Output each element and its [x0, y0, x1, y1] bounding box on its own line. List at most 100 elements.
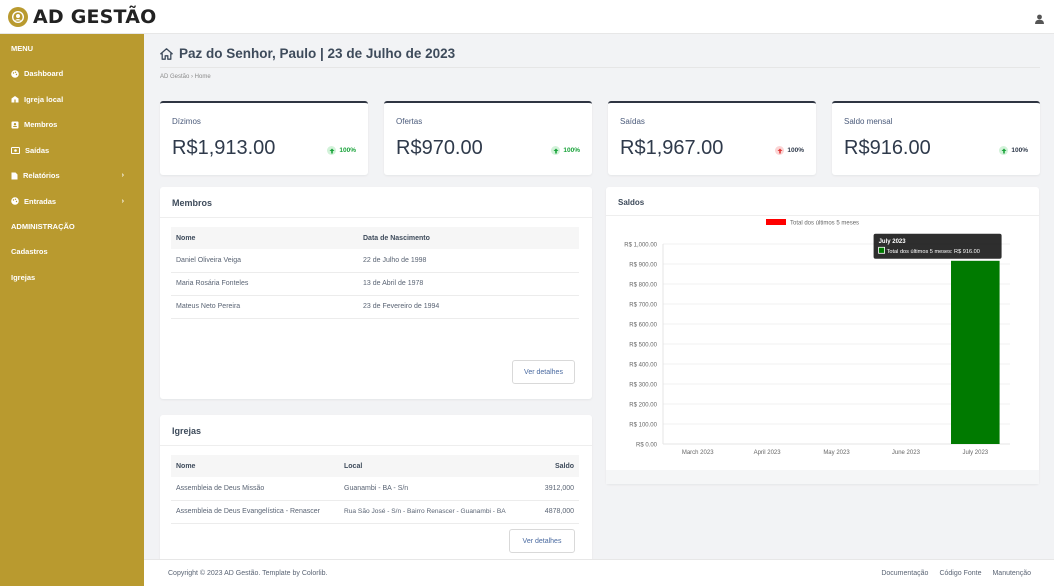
page-title: Paz do Senhor, Paulo | 23 de Julho de 20…: [179, 46, 456, 61]
stat-label: Saldo mensal: [844, 117, 893, 126]
chevron-right-icon: ›: [121, 172, 124, 180]
stat-trend-value: 100%: [563, 147, 580, 154]
sidebar-item-saidas[interactable]: Saídas: [0, 138, 144, 164]
stat-label: Ofertas: [396, 117, 423, 126]
table-cell: 23 de Fevereiro de 1994: [358, 295, 579, 319]
x-tick-label: April 2023: [754, 450, 782, 456]
members-details-button[interactable]: Ver detalhes: [512, 360, 575, 384]
column-header: Saldo: [534, 455, 579, 477]
sidebar-item-label: Saídas: [25, 145, 50, 155]
balances-panel: Saldos R$ 0.00 R$ 100.00 R$ 200.00 R$ 300.0…: [606, 187, 1039, 484]
footer: Copyright © 2023 AD Gestão. Template by …: [144, 559, 1054, 586]
table-cell: 22 de Julho de 1998: [358, 249, 579, 273]
sidebar-item-relatorios[interactable]: Relatórios ›: [0, 163, 144, 189]
top-bar: AD GESTÃO: [0, 0, 1054, 34]
sidebar-item-label: Entradas: [24, 196, 57, 206]
y-tick-label: R$ 400.00: [629, 363, 657, 369]
sidebar-heading-menu: MENU: [11, 44, 34, 53]
tooltip-title: July 2023: [879, 239, 907, 245]
panel-title: Saldos: [618, 198, 645, 207]
x-tick-label: March 2023: [682, 450, 714, 456]
copyright-text: Copyright © 2023 AD Gestão. Template by …: [168, 570, 328, 577]
y-tick-label: R$ 1,000.00: [624, 243, 657, 249]
stat-value: R$1,967.00: [620, 137, 724, 159]
footer-link-codigo-fonte[interactable]: Código Fonte: [939, 570, 981, 577]
stat-trend: 100%: [775, 146, 804, 155]
tooltip-box: [873, 233, 1002, 259]
y-tick-label: R$ 700.00: [629, 303, 657, 309]
table-row[interactable]: Mateus Neto Pereira 23 de Fevereiro de 1…: [171, 295, 579, 319]
table-cell: 3912,000: [534, 477, 579, 501]
file-icon: [11, 172, 18, 180]
logo-text: AD GESTÃO: [33, 5, 157, 28]
x-tick-label: July 2023: [962, 450, 988, 456]
table-row[interactable]: Daniel Oliveira Veiga 22 de Julho de 199…: [171, 249, 579, 273]
page-header: Paz do Senhor, Paulo | 23 de Julho de 20…: [160, 46, 455, 61]
column-header: Data de Nascimento: [358, 227, 579, 249]
stat-card-saidas: Saídas R$1,967.00 100%: [608, 101, 816, 175]
table-header-row: Nome Local Saldo: [171, 455, 579, 477]
sidebar-item-igrejas[interactable]: Igrejas: [0, 265, 144, 291]
sidebar-item-entradas[interactable]: Entradas ›: [0, 189, 144, 215]
logo-icon: [8, 6, 28, 27]
sidebar-item-label: Cadastros: [11, 247, 48, 257]
divider: [160, 217, 592, 218]
chevron-right-icon: ›: [121, 197, 124, 205]
table-cell: Daniel Oliveira Veiga: [171, 249, 358, 273]
arrow-up-icon: [551, 146, 561, 155]
y-tick-label: R$ 300.00: [629, 383, 657, 389]
tooltip-text: Total dos últimos 5 meses: R$ 916.00: [887, 249, 980, 255]
sidebar-item-dashboard[interactable]: Dashboard: [0, 61, 144, 87]
panel-title: Membros: [172, 198, 213, 208]
panel-title: Igrejas: [172, 426, 202, 436]
divider: [160, 67, 1040, 68]
footer-link-documentacao[interactable]: Documentação: [881, 570, 928, 577]
column-header: Local: [339, 455, 534, 477]
y-tick-label: R$ 800.00: [629, 283, 657, 289]
stat-value: R$970.00: [396, 137, 483, 159]
members-panel: Membros Nome Data de Nascimento Daniel O…: [160, 187, 592, 399]
stat-trend: 100%: [551, 146, 580, 155]
sidebar-item-cadastros[interactable]: Cadastros: [0, 239, 144, 265]
members-table: Nome Data de Nascimento Daniel Oliveira …: [171, 227, 579, 319]
stat-label: Saídas: [620, 117, 645, 126]
table-row[interactable]: Assembleia de Deus Missão Guanambi - BA …: [171, 477, 579, 501]
y-tick-label: R$ 600.00: [629, 323, 657, 329]
sidebar-heading-admin: ADMINISTRAÇÃO: [11, 222, 75, 231]
churches-details-button[interactable]: Ver detalhes: [509, 529, 575, 553]
sidebar: MENU Dashboard Igreja local Membros Saíd…: [0, 34, 144, 586]
sidebar-item-label: Igreja local: [24, 94, 64, 104]
tooltip-swatch: [878, 246, 885, 254]
table-header-row: Nome Data de Nascimento: [171, 227, 579, 249]
panel-footer: [606, 470, 1039, 484]
x-tick-label: May 2023: [823, 450, 850, 456]
table-cell: Rua São José - S/n - Bairro Renascer - G…: [339, 500, 534, 524]
stat-card-saldo-mensal: Saldo mensal R$916.00 100%: [832, 101, 1040, 175]
sidebar-item-membros[interactable]: Membros: [0, 112, 144, 138]
stat-trend-value: 100%: [339, 147, 356, 154]
churches-table: Nome Local Saldo Assembleia de Deus Miss…: [171, 455, 579, 524]
x-tick-label: June 2023: [892, 450, 921, 456]
money-icon: [11, 146, 20, 154]
y-tick-label: R$ 900.00: [629, 263, 657, 269]
user-icon[interactable]: [1035, 11, 1044, 29]
main-content: Paz do Senhor, Paulo | 23 de Julho de 20…: [144, 34, 1054, 586]
stat-card-ofertas: Ofertas R$970.00 100%: [384, 101, 592, 175]
stat-trend-value: 100%: [787, 147, 804, 154]
footer-link-manutencao[interactable]: Manutenção: [992, 570, 1031, 577]
table-cell: Maria Rosária Fonteles: [171, 272, 358, 296]
y-tick-label: R$ 500.00: [629, 343, 657, 349]
sidebar-item-igreja-local[interactable]: Igreja local: [0, 87, 144, 113]
logo[interactable]: AD GESTÃO: [8, 6, 157, 28]
stat-trend: 100%: [999, 146, 1028, 155]
stat-card-dizimos: Dízimos R$1,913.00 100%: [160, 101, 368, 175]
breadcrumb[interactable]: AD Gestão › Home: [160, 74, 211, 80]
column-header: Nome: [171, 455, 339, 477]
sidebar-item-label: Membros: [24, 120, 58, 130]
table-row[interactable]: Assembleia de Deus Evangelística - Renas…: [171, 500, 579, 524]
table-row[interactable]: Maria Rosária Fonteles 13 de Abril de 19…: [171, 272, 579, 296]
y-tick-label: R$ 200.00: [629, 403, 657, 409]
stat-value: R$916.00: [844, 137, 931, 159]
id-card-icon: [11, 121, 19, 129]
arrow-up-icon: [327, 146, 337, 155]
